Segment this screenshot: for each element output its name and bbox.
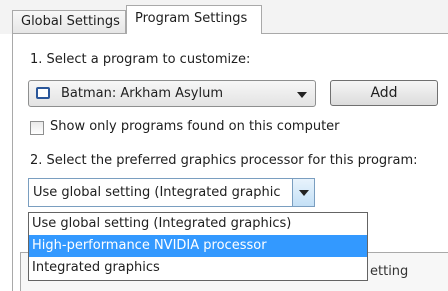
program-select[interactable]: Batman: Arkham Asylum <box>28 80 316 107</box>
panel-border <box>12 33 13 291</box>
program-select-value: Batman: Arkham Asylum <box>61 86 224 101</box>
show-only-found-checkbox[interactable] <box>30 121 44 135</box>
settings-table-header: etting <box>370 264 409 279</box>
gpu-option-global[interactable]: Use global setting (Integrated graphics) <box>29 213 367 235</box>
gpu-dropdown-list: Use global setting (Integrated graphics)… <box>28 212 368 281</box>
select-gpu-label: 2. Select the preferred graphics process… <box>30 153 418 168</box>
gpu-select[interactable]: Use global setting (Integrated graphic <box>28 178 315 207</box>
window-icon <box>36 87 50 99</box>
gpu-dropdown-button[interactable] <box>292 179 314 206</box>
chevron-down-icon <box>299 190 309 196</box>
gpu-option-integrated[interactable]: Integrated graphics <box>29 257 367 279</box>
tab-program-settings[interactable]: Program Settings <box>126 5 262 34</box>
chevron-down-icon <box>297 92 307 98</box>
gpu-select-value: Use global setting (Integrated graphic <box>33 185 281 200</box>
add-button[interactable]: Add <box>330 80 438 106</box>
select-program-label: 1. Select a program to customize: <box>30 52 251 67</box>
gpu-option-nvidia[interactable]: High-performance NVIDIA processor <box>29 235 367 257</box>
show-only-found-label: Show only programs found on this compute… <box>50 119 340 134</box>
tab-global-settings[interactable]: Global Settings <box>12 10 126 33</box>
